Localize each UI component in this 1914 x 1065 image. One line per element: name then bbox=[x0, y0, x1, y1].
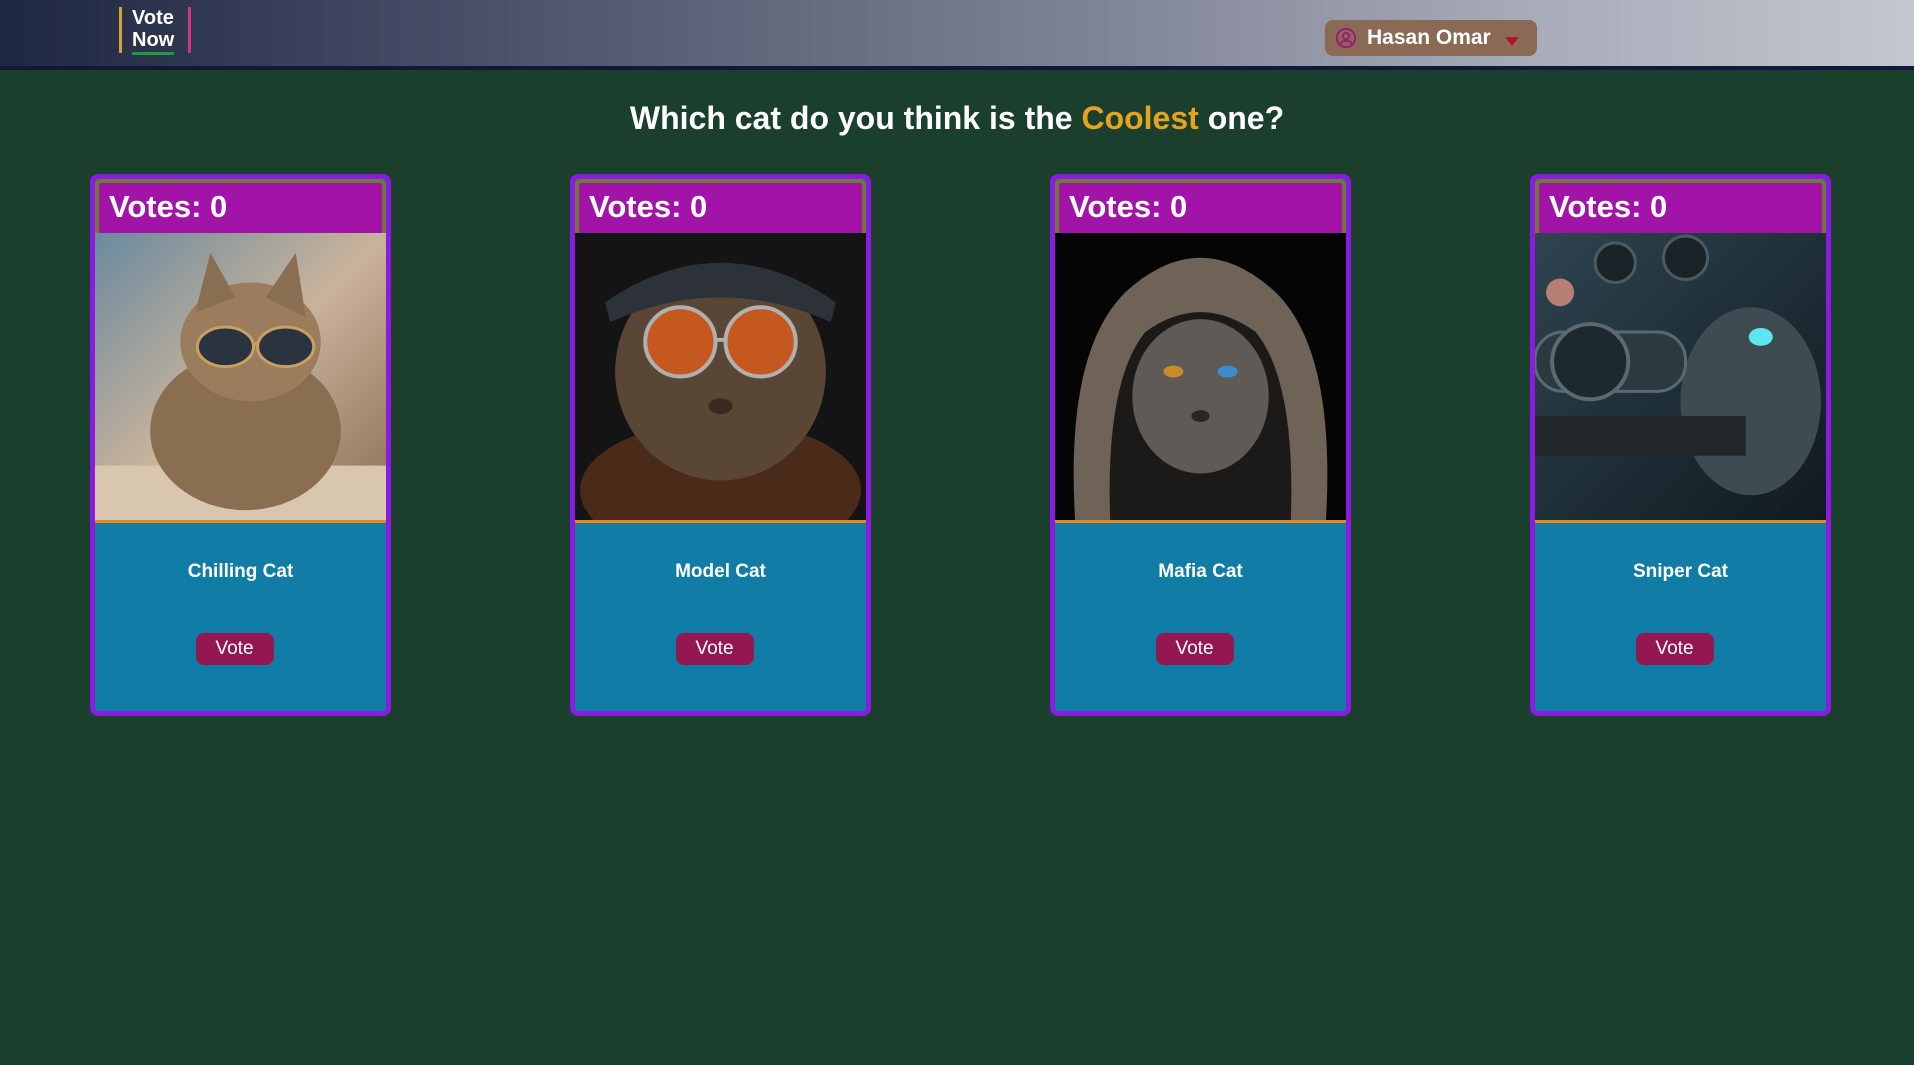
logo-line-now: Now bbox=[132, 29, 175, 55]
title-highlight: Coolest bbox=[1081, 100, 1199, 136]
app-logo[interactable]: Vote Now bbox=[119, 7, 191, 55]
cat-image-chilling bbox=[95, 233, 386, 523]
vote-button-mafia[interactable]: Vote bbox=[1155, 633, 1234, 665]
user-icon bbox=[1335, 27, 1357, 49]
cat-card-chilling: Votes: 0 Chilling Cat Vote bbox=[90, 174, 391, 716]
vote-count: Votes: 0 bbox=[575, 179, 866, 233]
vote-count: Votes: 0 bbox=[95, 179, 386, 233]
cat-name: Mafia Cat bbox=[1158, 561, 1243, 582]
top-navbar: Vote Now Hasan Omar bbox=[0, 0, 1914, 70]
user-menu-button[interactable]: Hasan Omar bbox=[1325, 20, 1537, 56]
cat-card-model: Votes: 0 Model Cat Vote bbox=[570, 174, 871, 716]
cat-image-sniper bbox=[1535, 233, 1826, 523]
vote-count: Votes: 0 bbox=[1535, 179, 1826, 233]
title-prefix: Which cat do you think is the bbox=[629, 100, 1082, 136]
cat-image-mafia bbox=[1055, 233, 1346, 523]
page-title: Which cat do you think is the Coolest on… bbox=[0, 100, 1914, 137]
vote-count: Votes: 0 bbox=[1055, 179, 1346, 233]
cat-name: Model Cat bbox=[675, 561, 766, 582]
cat-card-mafia: Votes: 0 Mafia Cat Vote bbox=[1050, 174, 1351, 716]
vote-button-chilling[interactable]: Vote bbox=[195, 633, 274, 665]
cat-image-model bbox=[575, 233, 866, 523]
title-suffix: one? bbox=[1198, 100, 1285, 136]
cat-name: Sniper Cat bbox=[1632, 561, 1729, 582]
logo-line-vote: Vote bbox=[132, 7, 174, 29]
chevron-down-icon bbox=[1504, 36, 1519, 46]
cat-name: Chilling Cat bbox=[187, 561, 294, 582]
vote-button-model[interactable]: Vote bbox=[675, 633, 754, 665]
vote-button-sniper[interactable]: Vote bbox=[1635, 633, 1714, 665]
user-name: Hasan Omar bbox=[1367, 26, 1491, 49]
cat-card-sniper: Votes: 0 Sniper Cat Vote bbox=[1530, 174, 1831, 716]
